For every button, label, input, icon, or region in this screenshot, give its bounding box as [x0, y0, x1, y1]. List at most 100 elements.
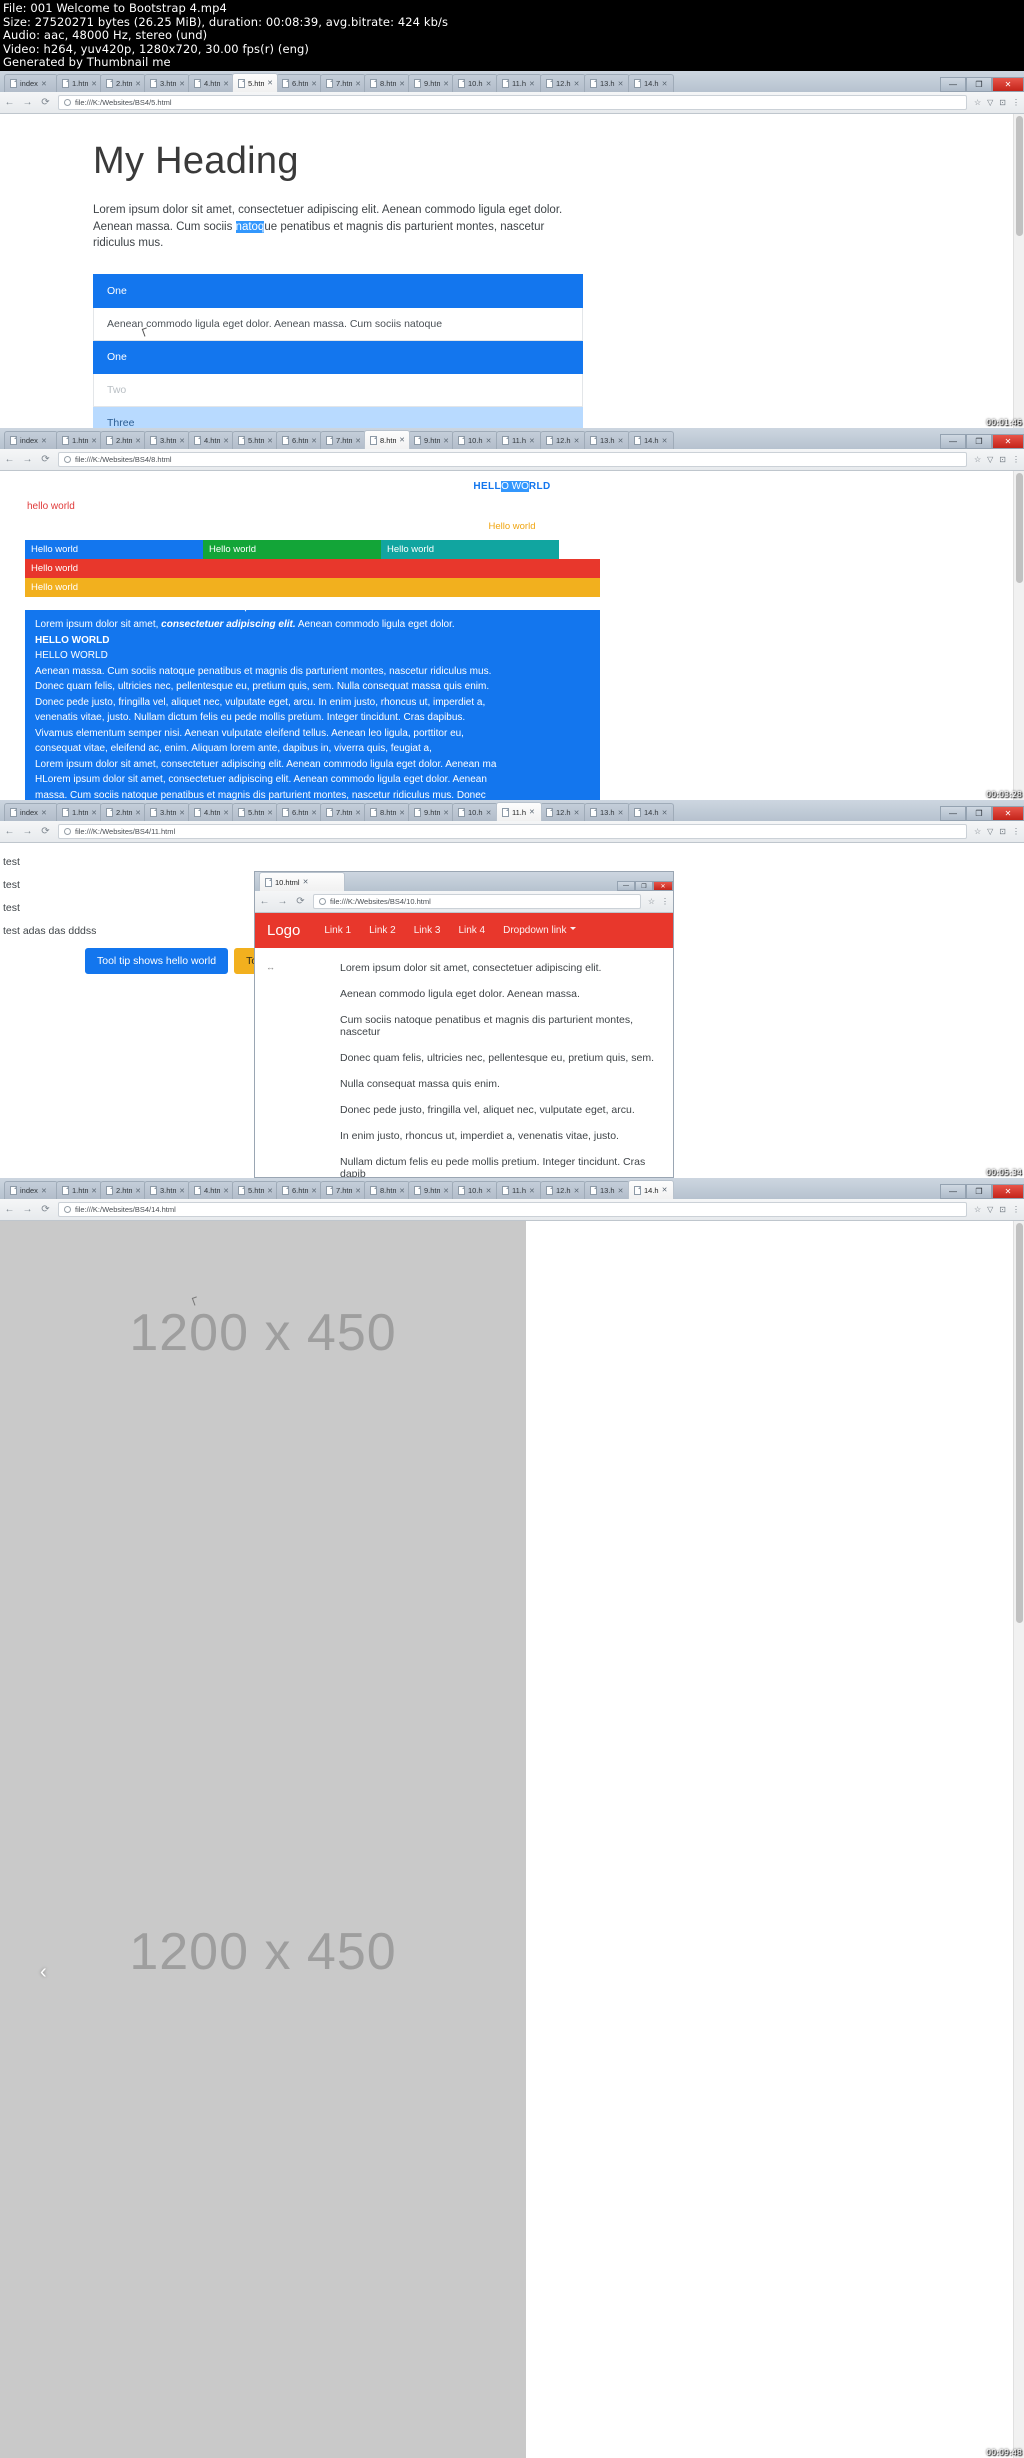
- close-icon[interactable]: ✕: [179, 80, 185, 88]
- close-icon[interactable]: ✕: [529, 80, 535, 88]
- close-icon[interactable]: ✕: [303, 878, 309, 886]
- tab-9-htm[interactable]: 9.htm✕: [408, 74, 454, 92]
- tab-12-h[interactable]: 12.h ✕: [540, 74, 586, 92]
- minimize-button[interactable]: —: [617, 881, 635, 891]
- back-icon[interactable]: ←: [4, 826, 15, 837]
- close-icon[interactable]: ✕: [355, 80, 361, 88]
- tab-3-htm[interactable]: 3.htm✕: [144, 74, 190, 92]
- tab-1-htm[interactable]: 1.htm✕: [56, 1181, 102, 1199]
- maximize-button[interactable]: ❐: [966, 1184, 992, 1199]
- minimize-button[interactable]: —: [940, 806, 966, 821]
- close-icon[interactable]: ✕: [179, 1187, 185, 1195]
- url-input[interactable]: file:///K:/Websites/BS4/8.html: [58, 452, 967, 467]
- close-icon[interactable]: ✕: [41, 1187, 47, 1195]
- extension-1-icon[interactable]: ▽: [987, 455, 993, 464]
- carousel-prev-control[interactable]: ‹: [40, 1961, 47, 1984]
- page-info-icon[interactable]: [319, 898, 326, 905]
- tab-14-h[interactable]: 14.h ✕: [628, 431, 674, 449]
- close-icon[interactable]: ✕: [618, 437, 624, 445]
- nested-url-input[interactable]: file:///K:/Websites/BS4/10.html: [313, 894, 641, 909]
- tab-index[interactable]: index ✕: [4, 74, 58, 92]
- tab-5-htm[interactable]: 5.htm✕: [232, 803, 278, 821]
- minimize-button[interactable]: —: [940, 77, 966, 92]
- navbar-link-3[interactable]: Link 3: [414, 925, 441, 936]
- scrollbar-thumb[interactable]: [1016, 1223, 1023, 1623]
- vertical-scrollbar[interactable]: [1013, 114, 1024, 428]
- close-icon[interactable]: ✕: [443, 1187, 449, 1195]
- close-icon[interactable]: ✕: [399, 809, 405, 817]
- navbar-link-4[interactable]: Link 4: [458, 925, 485, 936]
- forward-icon[interactable]: →: [22, 454, 33, 465]
- extension-2-icon[interactable]: ⊡: [999, 455, 1006, 464]
- close-icon[interactable]: ✕: [662, 1186, 668, 1194]
- reload-icon[interactable]: ⟳: [40, 454, 51, 465]
- close-icon[interactable]: ✕: [355, 437, 361, 445]
- tab-10-h[interactable]: 10.h ✕: [452, 74, 498, 92]
- forward-icon[interactable]: →: [22, 1204, 33, 1215]
- close-icon[interactable]: ✕: [355, 1187, 361, 1195]
- extension-2-icon[interactable]: ⊡: [999, 1205, 1006, 1214]
- close-icon[interactable]: ✕: [574, 809, 580, 817]
- tab-9-htm[interactable]: 9.htm✕: [408, 803, 454, 821]
- tab-13-h[interactable]: 13.h ✕: [584, 803, 630, 821]
- back-icon[interactable]: ←: [4, 97, 15, 108]
- close-icon[interactable]: ✕: [486, 437, 492, 445]
- tab-8-htm[interactable]: 8.htm✕: [364, 74, 410, 92]
- tab-index[interactable]: index ✕: [4, 803, 58, 821]
- list-group-item[interactable]: One: [93, 273, 583, 308]
- tab-11-h[interactable]: 11.h ✕: [496, 802, 542, 821]
- maximize-button[interactable]: ❐: [635, 881, 653, 891]
- close-icon[interactable]: ✕: [443, 80, 449, 88]
- close-icon[interactable]: ✕: [267, 79, 273, 87]
- close-icon[interactable]: ✕: [618, 80, 624, 88]
- navbar-link-2[interactable]: Link 2: [369, 925, 396, 936]
- close-icon[interactable]: ✕: [574, 1187, 580, 1195]
- close-icon[interactable]: ✕: [91, 809, 97, 817]
- page-info-icon[interactable]: [64, 456, 71, 463]
- close-button[interactable]: ✕: [992, 77, 1024, 92]
- close-icon[interactable]: ✕: [267, 1187, 273, 1195]
- extension-2-icon[interactable]: ⊡: [999, 98, 1006, 107]
- close-icon[interactable]: ✕: [41, 437, 47, 445]
- close-icon[interactable]: ✕: [91, 80, 97, 88]
- tab-7-htm[interactable]: 7.htm✕: [320, 803, 366, 821]
- page-info-icon[interactable]: [64, 99, 71, 106]
- close-button[interactable]: ✕: [992, 806, 1024, 821]
- tab-8-htm[interactable]: 8.htm✕: [364, 1181, 410, 1199]
- extension-1-icon[interactable]: ▽: [987, 1205, 993, 1214]
- close-button[interactable]: ✕: [653, 881, 673, 891]
- url-input[interactable]: file:///K:/Websites/BS4/14.html: [58, 1202, 967, 1217]
- navbar-link-1[interactable]: Link 1: [324, 925, 351, 936]
- close-icon[interactable]: ✕: [443, 437, 449, 445]
- close-icon[interactable]: ✕: [267, 809, 273, 817]
- tab-4-htm[interactable]: 4.htm✕: [188, 74, 234, 92]
- close-icon[interactable]: ✕: [618, 809, 624, 817]
- back-icon[interactable]: ←: [259, 896, 270, 907]
- tab-10-h[interactable]: 10.h ✕: [452, 1181, 498, 1199]
- bookmark-star-icon[interactable]: ☆: [974, 98, 981, 107]
- tab-5-htm[interactable]: 5.htm✕: [232, 1181, 278, 1199]
- tab-13-h[interactable]: 13.h ✕: [584, 74, 630, 92]
- list-group-item[interactable]: Two: [93, 373, 583, 407]
- close-icon[interactable]: ✕: [574, 437, 580, 445]
- tab-9-htm[interactable]: 9.htm✕: [408, 1181, 454, 1199]
- tab-3-htm[interactable]: 3.htm✕: [144, 803, 190, 821]
- tab-2-htm[interactable]: 2.htm✕: [100, 1181, 146, 1199]
- close-icon[interactable]: ✕: [311, 1187, 317, 1195]
- url-input[interactable]: file:///K:/Websites/BS4/11.html: [58, 824, 967, 839]
- close-icon[interactable]: ✕: [529, 437, 535, 445]
- close-icon[interactable]: ✕: [223, 1187, 229, 1195]
- close-icon[interactable]: ✕: [311, 809, 317, 817]
- close-icon[interactable]: ✕: [443, 809, 449, 817]
- close-icon[interactable]: ✕: [662, 809, 668, 817]
- close-icon[interactable]: ✕: [618, 1187, 624, 1195]
- forward-icon[interactable]: →: [277, 896, 288, 907]
- reload-icon[interactable]: ⟳: [40, 826, 51, 837]
- chrome-menu-icon[interactable]: ⋮: [1012, 1205, 1020, 1214]
- page-info-icon[interactable]: [64, 828, 71, 835]
- back-icon[interactable]: ←: [4, 1204, 15, 1215]
- maximize-button[interactable]: ❐: [966, 434, 992, 449]
- vertical-scrollbar[interactable]: [1013, 1221, 1024, 2458]
- close-icon[interactable]: ✕: [662, 437, 668, 445]
- tab-2-htm[interactable]: 2.htm✕: [100, 803, 146, 821]
